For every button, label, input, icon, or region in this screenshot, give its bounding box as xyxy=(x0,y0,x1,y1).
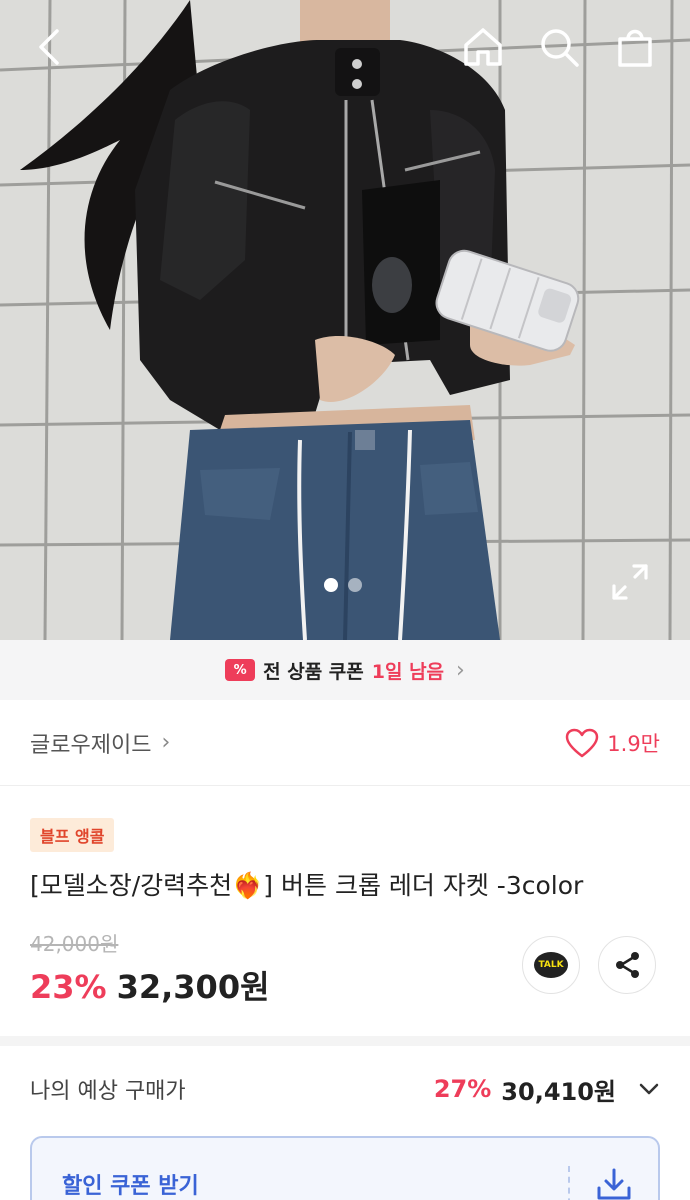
back-button[interactable] xyxy=(24,22,74,72)
expected-discount-rate: 27% xyxy=(433,1075,492,1103)
kakao-talk-share-button[interactable]: TALK xyxy=(522,936,580,994)
chevron-down-icon xyxy=(639,1083,659,1095)
pagination-dot[interactable] xyxy=(348,578,362,592)
coupon-download-box[interactable]: 할인 쿠폰 받기 xyxy=(30,1136,660,1200)
coupon-download-label: 할인 쿠폰 받기 xyxy=(62,1174,199,1199)
product-image-gallery[interactable] xyxy=(0,0,690,640)
search-button[interactable] xyxy=(534,22,584,72)
like-count: 1.9만 xyxy=(607,731,660,756)
expected-price-label: 나의 예상 구매가 xyxy=(30,1079,186,1104)
like-button[interactable]: 1.9만 xyxy=(565,728,660,758)
expected-price-row[interactable]: 나의 예상 구매가 27% 30,410원 xyxy=(0,1046,690,1132)
promo-badge: 블프 앵콜 xyxy=(30,818,115,852)
home-icon xyxy=(464,28,502,66)
brand-link[interactable]: 글로우제이드 › xyxy=(30,727,170,759)
heart-icon xyxy=(566,728,599,757)
brand-row: 글로우제이드 › 1.9만 xyxy=(0,700,690,786)
expand-icon xyxy=(612,564,648,600)
home-button[interactable] xyxy=(458,22,508,72)
chevron-right-icon: › xyxy=(161,730,171,755)
cart-button[interactable] xyxy=(610,22,660,72)
coupon-banner[interactable]: % 전 상품 쿠폰 1일 남음 › xyxy=(0,640,690,700)
product-title: [모델소장/강력추천❤️‍🔥] 버튼 크롭 레더 자켓 -3color xyxy=(30,871,584,900)
expand-button[interactable] xyxy=(608,560,652,604)
section-divider xyxy=(0,1036,690,1046)
price-row: 23% 32,300원 xyxy=(30,962,270,1008)
back-icon xyxy=(39,29,59,65)
coupon-banner-remaining: 1일 남음 xyxy=(371,660,445,683)
brand-name: 글로우제이드 xyxy=(30,732,152,758)
share-icon xyxy=(616,952,639,978)
share-button[interactable] xyxy=(598,936,656,994)
expected-price-value: 27% 30,410원 xyxy=(434,1072,660,1107)
original-price: 42,000원 xyxy=(30,932,119,956)
coupon-divider xyxy=(568,1166,570,1200)
search-icon xyxy=(541,29,579,67)
sale-price: 32,300원 xyxy=(116,968,270,1006)
download-icon[interactable] xyxy=(594,1166,634,1200)
coupon-banner-text: 전 상품 쿠폰 xyxy=(263,660,364,683)
kakao-talk-icon: TALK xyxy=(534,952,568,978)
discount-rate: 23% xyxy=(30,968,107,1006)
product-photo xyxy=(0,0,690,640)
expected-price-amount: 30,410원 xyxy=(501,1077,616,1106)
pagination-dot-active[interactable] xyxy=(324,578,338,592)
coupon-icon: % xyxy=(225,659,256,681)
gallery-pagination xyxy=(324,578,362,592)
shopping-bag-icon xyxy=(618,29,652,67)
chevron-right-icon: › xyxy=(456,657,465,683)
